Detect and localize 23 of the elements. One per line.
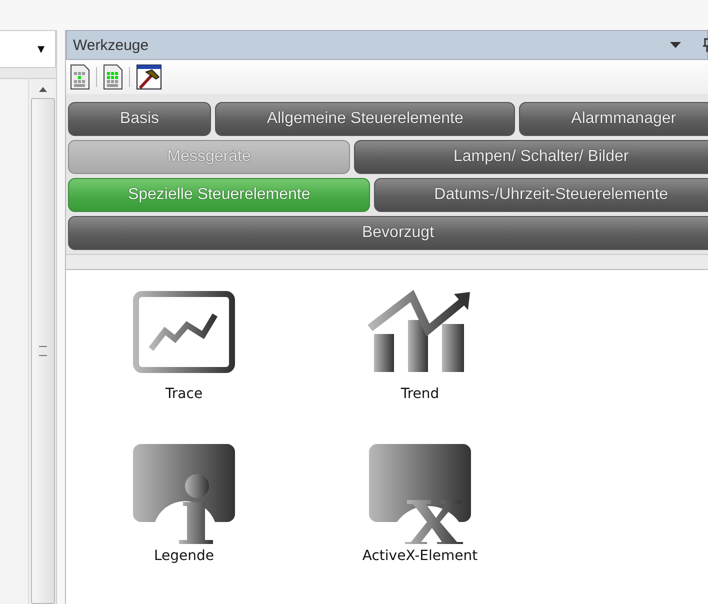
tab[interactable]: Datums-/Uhrzeit-Steuerelemente bbox=[374, 178, 708, 212]
item-label: Trace bbox=[165, 386, 203, 402]
item-label: ActiveX-Element bbox=[362, 548, 478, 564]
chart-frame-icon bbox=[133, 291, 235, 373]
item-label: Trend bbox=[400, 386, 440, 402]
dropdown-arrow-icon[interactable] bbox=[670, 42, 681, 48]
grid-document-icon[interactable] bbox=[70, 64, 90, 90]
tab[interactable]: Allgemeine Steuerelemente bbox=[214, 102, 516, 136]
scrollbar[interactable] bbox=[28, 79, 56, 604]
scroll-up-arrow-icon[interactable] bbox=[38, 87, 46, 92]
tab[interactable]: Basis bbox=[68, 102, 211, 136]
x-icon bbox=[369, 444, 471, 544]
item-label: Legende bbox=[154, 548, 214, 564]
tab[interactable]: Bevorzugt bbox=[68, 216, 708, 250]
dropdown-caret[interactable]: ▼ bbox=[35, 42, 55, 56]
bar-chart-arrow-icon bbox=[368, 290, 472, 374]
window-title: Werkzeuge bbox=[73, 36, 150, 54]
tab[interactable]: Spezielle Steuerelemente bbox=[68, 178, 370, 212]
tab[interactable]: Alarmmanager bbox=[519, 102, 708, 136]
tab[interactable]: Lampen/ Schalter/ Bilder bbox=[354, 140, 708, 174]
grid-document-icon[interactable] bbox=[103, 64, 123, 90]
hammer-icon[interactable] bbox=[136, 64, 162, 90]
info-icon bbox=[133, 444, 235, 544]
